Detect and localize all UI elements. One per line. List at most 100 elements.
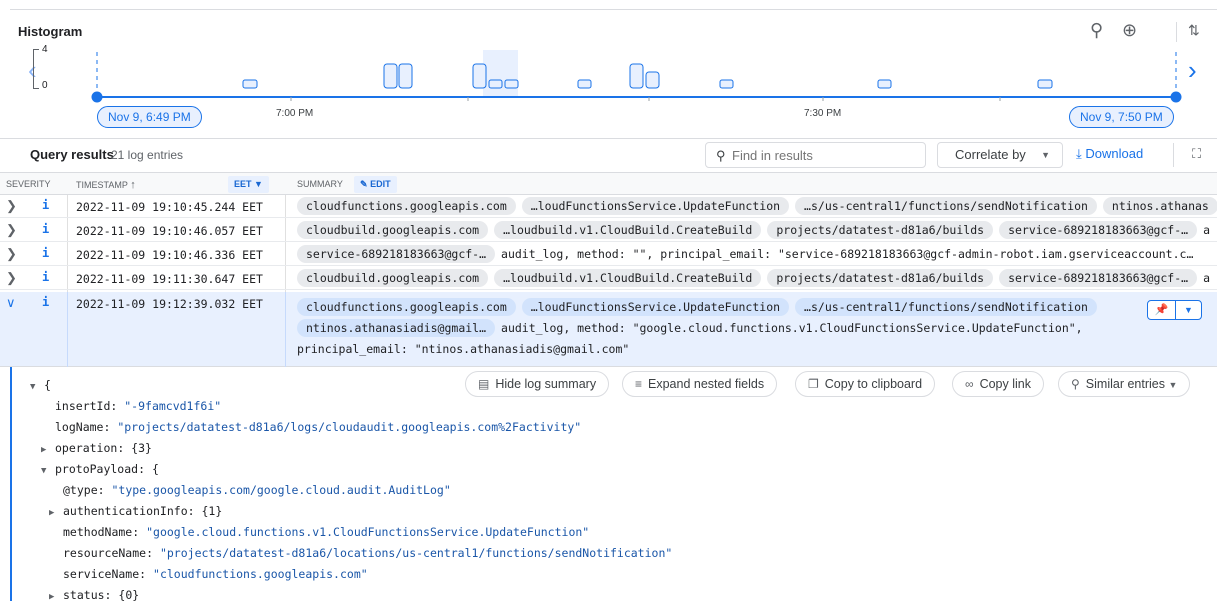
- expand-icon[interactable]: ▶: [49, 508, 63, 518]
- json-field[interactable]: ▼ protoPayload: {: [41, 462, 159, 476]
- summary-chip[interactable]: cloudfunctions.googleapis.com: [297, 298, 516, 316]
- histogram-chart[interactable]: [0, 40, 1217, 110]
- header-summary: SUMMARY: [297, 179, 343, 189]
- summary-chip[interactable]: …loudbuild.v1.CloudBuild.CreateBuild: [494, 269, 762, 287]
- histogram-bar[interactable]: [1037, 79, 1053, 89]
- collapse-icon[interactable]: ▼: [30, 382, 44, 392]
- histogram-bar[interactable]: [398, 63, 413, 89]
- summary-chip[interactable]: projects/datatest-d81a6/builds: [767, 221, 994, 239]
- download-button[interactable]: ⤓ Download: [1076, 146, 1143, 162]
- copy-icon: ❐: [808, 377, 819, 391]
- fullscreen-icon[interactable]: ⛶: [1192, 146, 1201, 162]
- histogram-bar[interactable]: [629, 63, 644, 89]
- edit-summary-button[interactable]: ✎ EDIT: [354, 176, 397, 193]
- expand-nested-fields-button[interactable]: ≡ Expand nested fields: [622, 371, 778, 397]
- row-summary: cloudfunctions.googleapis.com …loudFuncti…: [297, 197, 1217, 215]
- json-field: @type: "type.googleapis.com/google.cloud…: [63, 483, 451, 497]
- query-results-count: 21 log entries: [111, 148, 184, 162]
- download-label: Download: [1085, 146, 1144, 161]
- range-start-pill[interactable]: Nov 9, 6:49 PM: [97, 106, 202, 128]
- range-end-handle[interactable]: [1170, 91, 1182, 103]
- summary-chip[interactable]: …loudFunctionsService.UpdateFunction: [521, 298, 790, 316]
- expand-icon[interactable]: ▶: [49, 592, 63, 601]
- table-row[interactable]: ❯ i 2022-11-09 19:10:46.336 EET service-…: [0, 243, 1217, 266]
- details-accent-bar: [10, 367, 12, 601]
- summary-chip[interactable]: ntinos.athanas: [1102, 197, 1217, 215]
- summary-chip[interactable]: …s/us-central1/functions/sendNotificatio…: [795, 298, 1097, 316]
- histogram-bar[interactable]: [242, 79, 258, 89]
- row-summary: cloudbuild.googleapis.com …loudbuild.v1.C…: [297, 221, 1217, 239]
- table-row[interactable]: ❯ i 2022-11-09 19:11:30.647 EET cloudbui…: [0, 267, 1217, 290]
- histogram-bar[interactable]: [645, 71, 660, 89]
- timezone-dropdown[interactable]: EET ▼: [228, 176, 269, 193]
- json-field[interactable]: ▶ status: {0}: [49, 588, 139, 601]
- histogram-bar[interactable]: [504, 79, 519, 89]
- row-timestamp: 2022-11-09 19:11:30.647 EET: [76, 272, 263, 286]
- header-timestamp[interactable]: TIMESTAMP ↑: [76, 179, 136, 191]
- column-divider: [67, 292, 68, 367]
- info-severity-icon: i: [42, 198, 50, 212]
- pencil-icon: ✎: [360, 179, 368, 189]
- chevron-right-icon[interactable]: ❯: [6, 198, 17, 214]
- row-summary: cloudfunctions.googleapis.com …loudFuncti…: [297, 297, 1117, 360]
- histogram-bar[interactable]: [383, 63, 398, 89]
- collapse-icon[interactable]: ▼: [41, 466, 55, 476]
- chevron-down-icon[interactable]: ▼: [1176, 301, 1201, 319]
- chevron-down-icon[interactable]: ∨: [6, 295, 16, 311]
- summary-chip[interactable]: ntinos.athanasiadis@gmail…: [297, 319, 496, 337]
- info-severity-icon: i: [42, 295, 50, 309]
- column-divider: [285, 292, 286, 367]
- range-end-pill[interactable]: Nov 9, 7:50 PM: [1069, 106, 1174, 128]
- header-severity[interactable]: SEVERITY: [6, 179, 51, 189]
- json-field[interactable]: ▶ operation: {3}: [41, 441, 152, 455]
- summary-text: a: [1203, 271, 1211, 285]
- histogram-divider: [1176, 22, 1177, 42]
- query-results-title: Query results: [30, 147, 114, 162]
- json-field: resourceName: "projects/datatest-d81a6/l…: [63, 546, 673, 560]
- similar-entries-button[interactable]: ⚲ Similar entries ▼: [1058, 371, 1191, 397]
- summary-icon: ▤: [478, 377, 490, 391]
- unfold-icon[interactable]: ⇅: [1188, 20, 1200, 40]
- chevron-right-icon[interactable]: ❯: [6, 270, 17, 286]
- chevron-right-icon[interactable]: ❯: [6, 222, 17, 238]
- summary-chip[interactable]: …loudFunctionsService.UpdateFunction: [521, 197, 790, 215]
- info-severity-icon: i: [42, 222, 50, 236]
- chevron-right-icon[interactable]: ❯: [6, 246, 17, 262]
- row-summary: cloudbuild.googleapis.com …loudbuild.v1.C…: [297, 269, 1217, 287]
- summary-text: a: [1203, 223, 1211, 237]
- json-field[interactable]: ▶ authenticationInfo: {1}: [49, 504, 222, 518]
- histogram-bar[interactable]: [719, 79, 734, 89]
- histogram-bar[interactable]: [472, 63, 487, 89]
- histogram-title: Histogram: [18, 24, 83, 39]
- find-in-results-input[interactable]: [732, 146, 912, 164]
- summary-chip[interactable]: cloudbuild.googleapis.com: [297, 221, 489, 239]
- chevron-down-icon: ▼: [254, 179, 263, 189]
- zoom-out-icon[interactable]: ⚲: [1090, 20, 1103, 40]
- expand-icon[interactable]: ▶: [41, 445, 55, 455]
- json-root[interactable]: ▼{: [30, 378, 51, 392]
- copy-link-button[interactable]: ∞ Copy link: [952, 371, 1044, 397]
- summary-chip[interactable]: …s/us-central1/functions/sendNotificatio…: [795, 197, 1097, 215]
- table-row[interactable]: ❯ i 2022-11-09 19:10:45.244 EET cloudfun…: [0, 195, 1217, 218]
- summary-chip[interactable]: cloudbuild.googleapis.com: [297, 269, 489, 287]
- correlate-by-dropdown[interactable]: Correlate by ▼: [937, 142, 1063, 168]
- histogram-bar[interactable]: [577, 79, 592, 89]
- summary-text: principal_email: "ntinos.athanasiadis@gm…: [297, 342, 630, 356]
- summary-chip[interactable]: …loudbuild.v1.CloudBuild.CreateBuild: [494, 221, 762, 239]
- table-row[interactable]: ❯ i 2022-11-09 19:10:46.057 EET cloudbui…: [0, 219, 1217, 242]
- copy-to-clipboard-button[interactable]: ❐ Copy to clipboard: [795, 371, 936, 397]
- histogram-bar[interactable]: [877, 79, 892, 89]
- summary-chip[interactable]: cloudfunctions.googleapis.com: [297, 197, 516, 215]
- summary-chip[interactable]: service-689218183663@gcf-…: [999, 269, 1198, 287]
- zoom-in-icon[interactable]: ⊕: [1122, 20, 1137, 40]
- range-start-handle[interactable]: [91, 91, 103, 103]
- summary-chip[interactable]: projects/datatest-d81a6/builds: [767, 269, 994, 287]
- summary-chip[interactable]: service-689218183663@gcf-…: [297, 245, 496, 263]
- summary-chip[interactable]: service-689218183663@gcf-…: [999, 221, 1198, 239]
- hide-log-summary-button[interactable]: ▤ Hide log summary: [465, 371, 610, 397]
- expanded-table-row[interactable]: ∨ i 2022-11-09 19:12:39.032 EET cloudfun…: [0, 292, 1217, 367]
- expand-icon: ≡: [635, 377, 643, 391]
- pin-icon[interactable]: 📌: [1148, 301, 1176, 319]
- link-icon: ∞: [965, 377, 974, 391]
- histogram-bar[interactable]: [488, 79, 503, 89]
